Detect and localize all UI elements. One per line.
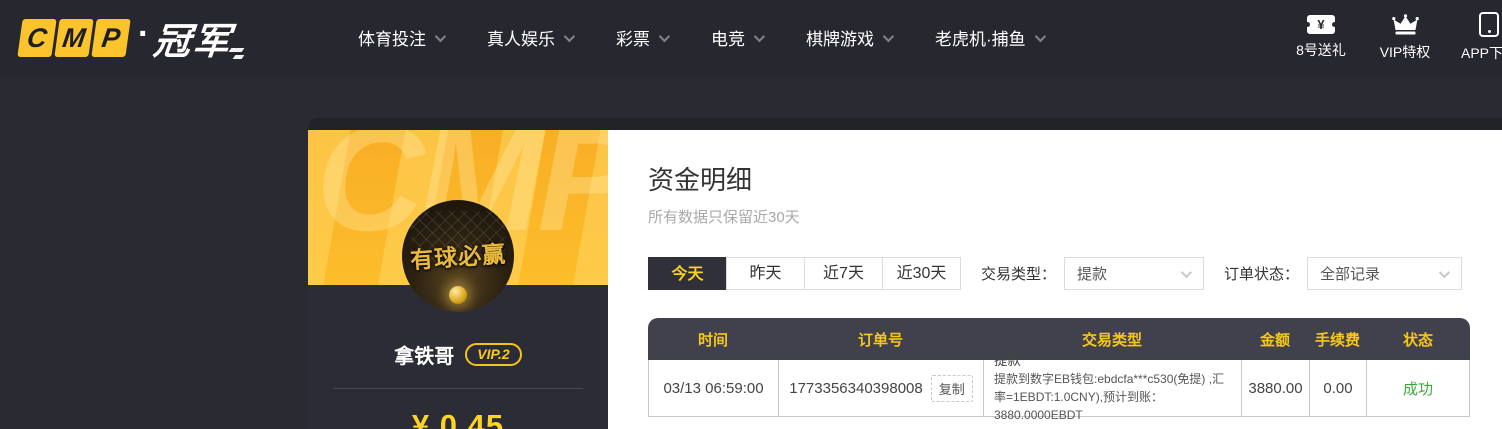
page-subtitle: 所有数据只保留近30天 bbox=[648, 206, 800, 227]
tab-last-30-days[interactable]: 近30天 bbox=[882, 257, 961, 290]
order-status-select[interactable]: 全部记录 bbox=[1307, 257, 1462, 290]
nav-item-label: 棋牌游戏 bbox=[806, 25, 874, 50]
chevron-down-icon bbox=[754, 30, 765, 41]
main-content: 资金明细 所有数据只保留近30天 今天 昨天 近7天 近30天 交易类型： 提款… bbox=[608, 130, 1502, 429]
cell-status: 成功 bbox=[1367, 360, 1469, 416]
sidebar-divider bbox=[333, 388, 583, 389]
transactions-table: 时间 订单号 交易类型 金额 手续费 状态 03/13 06:59:00 177… bbox=[648, 318, 1470, 417]
type-detail: 提款到数字EB钱包:ebdcfa***c530(免提) ,汇率=1EBDT:1.… bbox=[994, 370, 1231, 424]
user-sidebar: CMP 有球必赢 拿铁哥 VIP.2 ¥ 0.45 bbox=[308, 130, 608, 429]
app-action-label: APP下载 bbox=[1461, 43, 1502, 63]
filter-row: 今天 昨天 近7天 近30天 交易类型： 提款 订单状态： 全部记录 bbox=[648, 257, 1462, 290]
order-status-label: 订单状态： bbox=[1224, 263, 1299, 284]
crown-icon bbox=[1392, 14, 1419, 36]
logo-brand-name: 冠军 bbox=[151, 11, 235, 65]
header-actions: ¥ 8号送礼 VIP特权 APP下载 bbox=[1290, 0, 1502, 75]
main-nav: 体育投注 真人娱乐 彩票 电竞 棋牌游戏 老虎机·捕鱼 bbox=[358, 0, 1043, 75]
chevron-down-icon bbox=[564, 30, 575, 41]
logo-letter-box: P bbox=[91, 19, 130, 57]
col-header-order-no: 订单号 bbox=[778, 318, 983, 360]
tab-last-7-days[interactable]: 近7天 bbox=[804, 257, 883, 290]
nav-item-label: 老虎机·捕鱼 bbox=[935, 25, 1026, 50]
order-status-value: 全部记录 bbox=[1320, 263, 1380, 284]
chevron-down-icon bbox=[1181, 267, 1192, 278]
col-header-type: 交易类型 bbox=[983, 318, 1241, 360]
tab-today[interactable]: 今天 bbox=[648, 257, 727, 290]
table-header-row: 时间 订单号 交易类型 金额 手续费 状态 bbox=[648, 318, 1470, 360]
col-header-time: 时间 bbox=[648, 318, 778, 360]
page-title: 资金明细 bbox=[648, 160, 752, 197]
chevron-down-icon bbox=[883, 30, 894, 41]
logo-letter-box: C bbox=[17, 19, 56, 57]
avatar[interactable]: 有球必赢 bbox=[402, 200, 514, 312]
transaction-type-value: 提款 bbox=[1077, 263, 1107, 284]
nav-item-label: 电竞 bbox=[711, 25, 745, 50]
tablet-icon bbox=[1479, 12, 1499, 37]
cell-time: 03/13 06:59:00 bbox=[649, 360, 779, 416]
col-header-fee: 手续费 bbox=[1309, 318, 1366, 360]
tab-yesterday[interactable]: 昨天 bbox=[726, 257, 805, 290]
vip-privilege-action[interactable]: VIP特权 bbox=[1374, 14, 1436, 62]
avatar-golden-ball bbox=[449, 286, 467, 304]
transaction-type-label: 交易类型： bbox=[981, 263, 1056, 284]
content-card-top bbox=[308, 118, 1502, 130]
avatar-slogan-text: 有球必赢 bbox=[402, 234, 514, 276]
chevron-down-icon bbox=[1034, 30, 1045, 41]
page: C M P · 冠军 体育投注 真人娱乐 彩票 电竞 bbox=[0, 0, 1502, 429]
table-row: 03/13 06:59:00 1773356340398008 复制 提款 提款… bbox=[648, 360, 1470, 417]
nav-item-lottery[interactable]: 彩票 bbox=[616, 25, 667, 50]
top-navbar: C M P · 冠军 体育投注 真人娱乐 彩票 电竞 bbox=[0, 0, 1502, 75]
type-title: 提款 bbox=[994, 352, 1021, 371]
nav-item-esports[interactable]: 电竞 bbox=[711, 25, 762, 50]
copy-button[interactable]: 复制 bbox=[931, 375, 973, 402]
transaction-type-select[interactable]: 提款 bbox=[1064, 257, 1204, 290]
logo-dash-mark bbox=[230, 48, 243, 59]
cell-order-no: 1773356340398008 复制 bbox=[779, 360, 984, 416]
nav-item-board-games[interactable]: 棋牌游戏 bbox=[806, 25, 891, 50]
col-header-status: 状态 bbox=[1366, 318, 1470, 360]
nav-item-label: 彩票 bbox=[616, 25, 650, 50]
yuan-ticket-icon: ¥ bbox=[1307, 15, 1335, 34]
cell-type: 提款 提款到数字EB钱包:ebdcfa***c530(免提) ,汇率=1EBDT… bbox=[984, 360, 1242, 416]
nav-item-label: 体育投注 bbox=[358, 25, 426, 50]
username: 拿铁哥 bbox=[394, 340, 454, 369]
account-balance: ¥ 0.45 bbox=[308, 408, 608, 429]
chevron-down-icon bbox=[1439, 267, 1450, 278]
user-identity-row: 拿铁哥 VIP.2 bbox=[308, 340, 608, 369]
nav-item-slots-fishing[interactable]: 老虎机·捕鱼 bbox=[935, 25, 1043, 50]
nav-item-sports[interactable]: 体育投注 bbox=[358, 25, 443, 50]
gift-action-label: 8号送礼 bbox=[1296, 40, 1346, 60]
brand-logo[interactable]: C M P · 冠军 bbox=[20, 0, 243, 75]
logo-separator: · bbox=[138, 15, 149, 54]
cell-fee: 0.00 bbox=[1310, 360, 1367, 416]
chevron-down-icon bbox=[659, 30, 670, 41]
app-download-action[interactable]: APP下载 bbox=[1458, 12, 1502, 63]
nav-item-live-casino[interactable]: 真人娱乐 bbox=[487, 25, 572, 50]
chevron-down-icon bbox=[435, 30, 446, 41]
vip-action-label: VIP特权 bbox=[1380, 42, 1431, 62]
nav-item-label: 真人娱乐 bbox=[487, 25, 555, 50]
gift-action[interactable]: ¥ 8号送礼 bbox=[1290, 15, 1352, 60]
col-header-amount: 金额 bbox=[1241, 318, 1309, 360]
order-number: 1773356340398008 bbox=[789, 380, 922, 397]
vip-level-badge: VIP.2 bbox=[465, 343, 521, 366]
cell-amount: 3880.00 bbox=[1242, 360, 1310, 416]
logo-letter-box: M bbox=[54, 19, 93, 57]
